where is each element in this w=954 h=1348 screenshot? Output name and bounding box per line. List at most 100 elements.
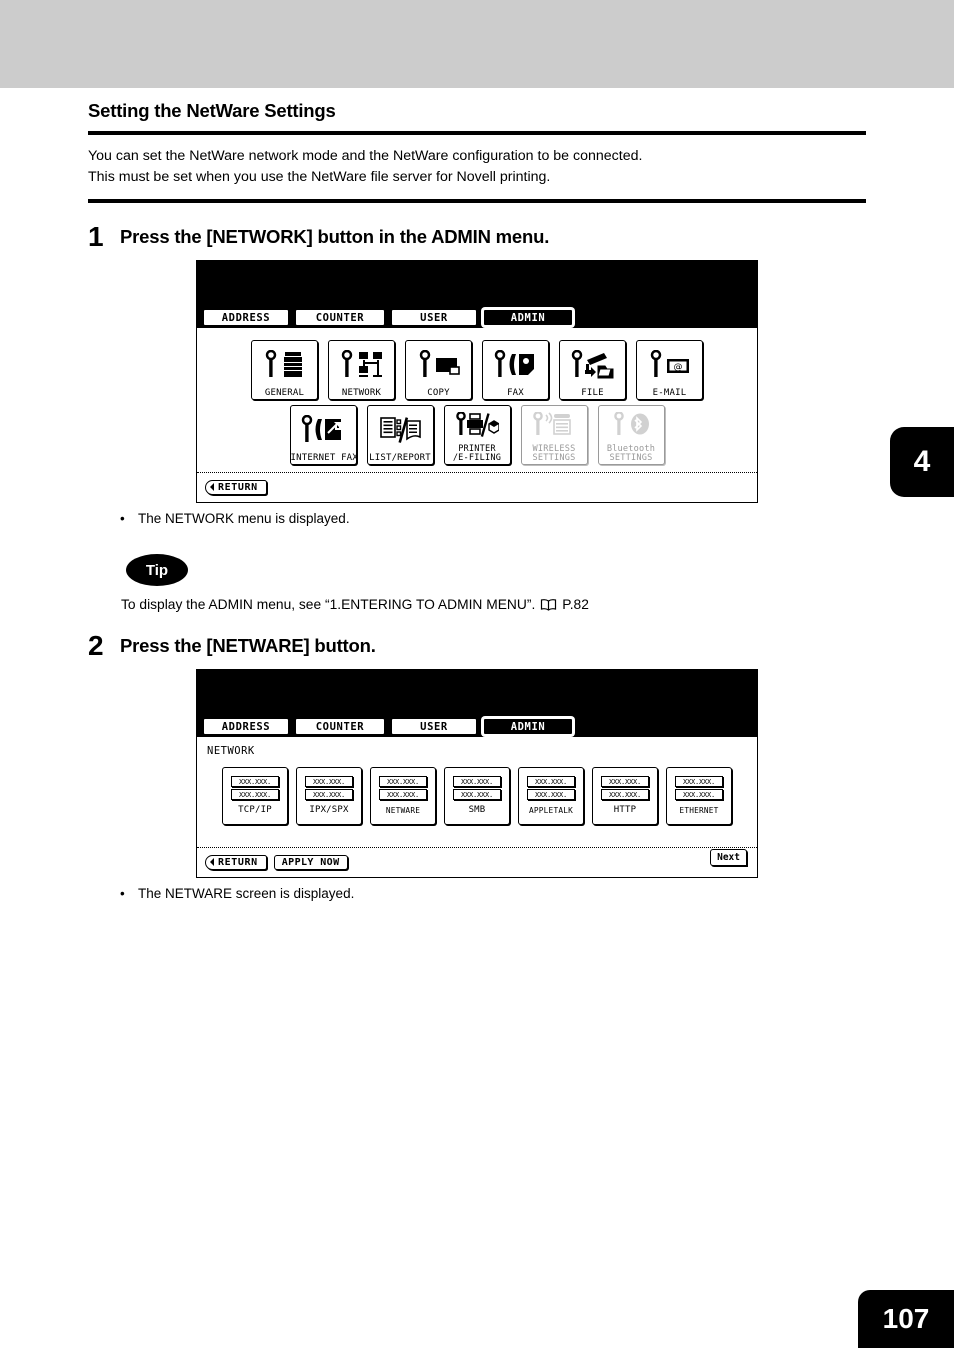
admin-button-network[interactable]: NETWORK (328, 340, 395, 400)
admin-button-printer-efiling[interactable]: PRINTER /E-FILING (443, 405, 511, 465)
network-button-smb-value1: XXX.XXX. (453, 775, 501, 787)
step-1: 1 Press the [NETWORK] button in the ADMI… (88, 223, 866, 251)
tab-user[interactable]: USER (391, 309, 477, 326)
network-button-ipxspx-value2: XXX.XXX. (305, 788, 353, 800)
list-report-icon (368, 406, 433, 454)
intro-line-1: You can set the NetWare network mode and… (88, 148, 643, 164)
tip-badge: Tip (126, 554, 188, 586)
network-button-tcpip-label: TCP/IP (238, 804, 272, 815)
admin-button-wireless-settings-label2: SETTINGS (532, 452, 576, 463)
tip-text: To display the ADMIN menu, see “1.ENTERI… (121, 597, 536, 612)
admin-screen-bottom-bar: RETURN (197, 472, 757, 502)
tab-admin[interactable]: ADMIN (483, 309, 573, 326)
step-2-note: • The NETWARE screen is displayed. (120, 886, 866, 901)
tip-page-ref: P.82 (562, 597, 589, 612)
admin-button-row-2: INTERNET FAX LIST/REPORT PRINTER /E-FILI… (197, 405, 757, 465)
step-2: 2 Press the [NETWARE] button. (88, 632, 866, 660)
tab-counter[interactable]: COUNTER (295, 309, 385, 326)
admin-button-list-report-label: LIST/REPORT (369, 452, 431, 463)
admin-button-internet-fax[interactable]: INTERNET FAX (289, 405, 358, 465)
tab-counter[interactable]: COUNTER (295, 718, 385, 735)
page-content: Setting the NetWare Settings You can set… (88, 100, 866, 901)
tip-body: To display the ADMIN menu, see “1.ENTERI… (121, 597, 866, 612)
admin-button-bluetooth-settings: Bluetooth SETTINGS (597, 405, 665, 465)
apply-now-button[interactable]: APPLY NOW (273, 854, 348, 870)
network-return-button[interactable]: RETURN (205, 854, 267, 870)
network-button-ethernet[interactable]: XXX.XXX. XXX.XXX. ETHERNET (666, 767, 732, 825)
network-button-ipxspx[interactable]: XXX.XXX. XXX.XXX. IPX/SPX (296, 767, 362, 825)
tab-address[interactable]: ADDRESS (203, 718, 289, 735)
admin-button-general-label: GENERAL (264, 387, 305, 398)
network-button-appletalk-value2: XXX.XXX. (527, 788, 575, 800)
admin-tab-bar: ADDRESS COUNTER USER ADMIN (203, 309, 573, 326)
admin-button-email-label: E-MAIL (652, 387, 687, 398)
network-button-netware-value1: XXX.XXX. (379, 775, 427, 787)
step-1-instruction: Press the [NETWORK] button in the ADMIN … (120, 226, 550, 247)
wrench-page-icon (406, 341, 471, 389)
network-button-http-value2: XXX.XXX. (601, 788, 649, 800)
title-rule (88, 131, 866, 135)
admin-button-email[interactable]: @ E-MAIL (636, 340, 703, 400)
network-button-netware[interactable]: XXX.XXX. XXX.XXX. NETWARE (370, 767, 436, 825)
wrench-internet-fax-icon (291, 406, 356, 454)
admin-return-button[interactable]: RETURN (205, 479, 267, 495)
network-button-ethernet-value1: XXX.XXX. (675, 775, 723, 787)
admin-button-copy[interactable]: COPY (405, 340, 472, 400)
admin-button-row-1: GENERAL NETWORK COPY FAX FILE @ E-MAIL (197, 340, 757, 400)
tab-address[interactable]: ADDRESS (203, 309, 289, 326)
tab-admin[interactable]: ADMIN (483, 718, 573, 735)
admin-button-fax-label: FAX (507, 387, 524, 398)
admin-button-internet-fax-label: INTERNET FAX (290, 452, 358, 463)
admin-button-general[interactable]: GENERAL (251, 340, 318, 400)
step-1-note-text: The NETWORK menu is displayed. (138, 511, 350, 526)
network-button-http-value1: XXX.XXX. (601, 775, 649, 787)
admin-button-file-label: FILE (581, 387, 604, 398)
network-screen-label: NETWORK (207, 745, 255, 757)
step-2-instruction: Press the [NETWARE] button. (120, 635, 376, 656)
svg-text:@: @ (673, 362, 682, 372)
wrench-wireless-icon (522, 406, 587, 445)
wrench-copier-icon (252, 341, 317, 389)
network-option-row: XXX.XXX. XXX.XXX. TCP/IP XXX.XXX. XXX.XX… (197, 767, 757, 825)
wrench-network-icon (329, 341, 394, 389)
network-button-smb[interactable]: XXX.XXX. XXX.XXX. SMB (444, 767, 510, 825)
network-button-smb-value2: XXX.XXX. (453, 788, 501, 800)
admin-button-copy-label: COPY (427, 387, 450, 398)
step-1-note: • The NETWORK menu is displayed. (120, 511, 866, 526)
wrench-fax-icon (483, 341, 548, 389)
chapter-tab: 4 (890, 427, 954, 497)
admin-button-file[interactable]: FILE (559, 340, 626, 400)
network-button-http-label: HTTP (613, 804, 637, 815)
intro-rule (88, 199, 866, 203)
admin-button-printer-efiling-label2: /E-FILING (452, 452, 502, 463)
network-button-appletalk[interactable]: XXX.XXX. XXX.XXX. APPLETALK (518, 767, 584, 825)
network-button-appletalk-value1: XXX.XXX. (527, 775, 575, 787)
step-2-note-bullet: • (120, 886, 125, 901)
admin-button-list-report[interactable]: LIST/REPORT (366, 405, 434, 465)
network-button-smb-label: SMB (468, 804, 486, 815)
intro-line-2: This must be set when you use the NetWar… (88, 169, 551, 185)
network-screen-bottom-bar: RETURN APPLY NOW Next (197, 847, 757, 877)
intro-paragraph: You can set the NetWare network mode and… (88, 146, 866, 188)
network-button-http[interactable]: XXX.XXX. XXX.XXX. HTTP (592, 767, 658, 825)
admin-screen-header: ADDRESS COUNTER USER ADMIN (197, 261, 757, 328)
network-tab-bar: ADDRESS COUNTER USER ADMIN (203, 718, 573, 735)
page-number: 107 (858, 1290, 954, 1348)
network-button-ethernet-label: ETHERNET (679, 805, 719, 815)
header-band (0, 0, 954, 88)
admin-menu-screenshot: ADDRESS COUNTER USER ADMIN GENERAL NETWO… (196, 260, 758, 503)
admin-button-fax[interactable]: FAX (482, 340, 549, 400)
step-1-note-bullet: • (120, 511, 125, 526)
next-button[interactable]: Next (710, 849, 747, 866)
network-button-netware-value2: XXX.XXX. (379, 788, 427, 800)
step-2-note-text: The NETWARE screen is displayed. (138, 886, 355, 901)
wrench-envelope-at-icon: @ (637, 341, 702, 389)
network-screen-header: ADDRESS COUNTER USER ADMIN (197, 670, 757, 737)
network-button-tcpip-value2: XXX.XXX. (231, 788, 279, 800)
step-1-number: 1 (88, 221, 104, 252)
network-button-ethernet-value2: XXX.XXX. (675, 788, 723, 800)
wrench-bluetooth-icon (599, 406, 664, 445)
admin-button-bluetooth-settings-label2: SETTINGS (609, 452, 653, 463)
tab-user[interactable]: USER (391, 718, 477, 735)
network-button-tcpip[interactable]: XXX.XXX. XXX.XXX. TCP/IP (222, 767, 288, 825)
